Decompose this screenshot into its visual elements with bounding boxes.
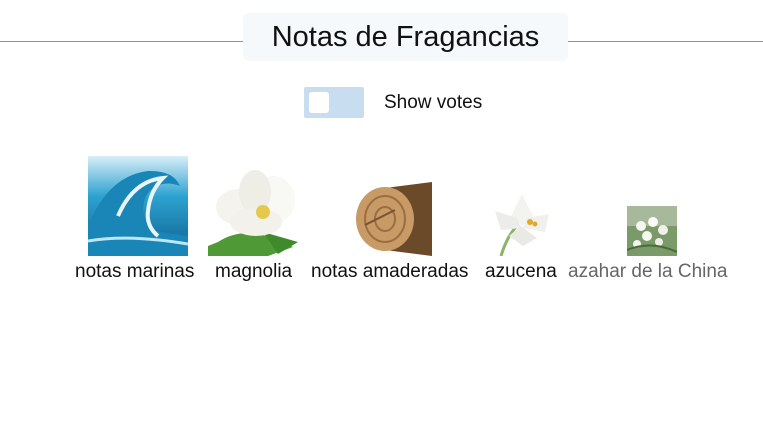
- wood-log-image: [355, 180, 432, 256]
- note-label: notas marinas: [75, 261, 195, 282]
- wave-image: [88, 156, 188, 256]
- note-label: azucena: [485, 261, 557, 282]
- page-title: Notas de Fragancias: [243, 13, 568, 61]
- show-votes-label: Show votes: [384, 91, 483, 113]
- note-label: notas amaderadas: [311, 261, 469, 282]
- magnolia-flower-image: [208, 162, 303, 256]
- show-votes-row: Show votes: [304, 87, 482, 118]
- note-label: azahar de la China: [568, 261, 728, 282]
- lily-flower-image: [487, 186, 557, 256]
- orange-blossom-image: [627, 206, 677, 256]
- show-votes-toggle[interactable]: [304, 87, 364, 118]
- note-label: magnolia: [215, 261, 293, 282]
- notes-panel: notas marinas magnolia notas amaderadas: [0, 150, 763, 300]
- toggle-knob: [309, 92, 329, 113]
